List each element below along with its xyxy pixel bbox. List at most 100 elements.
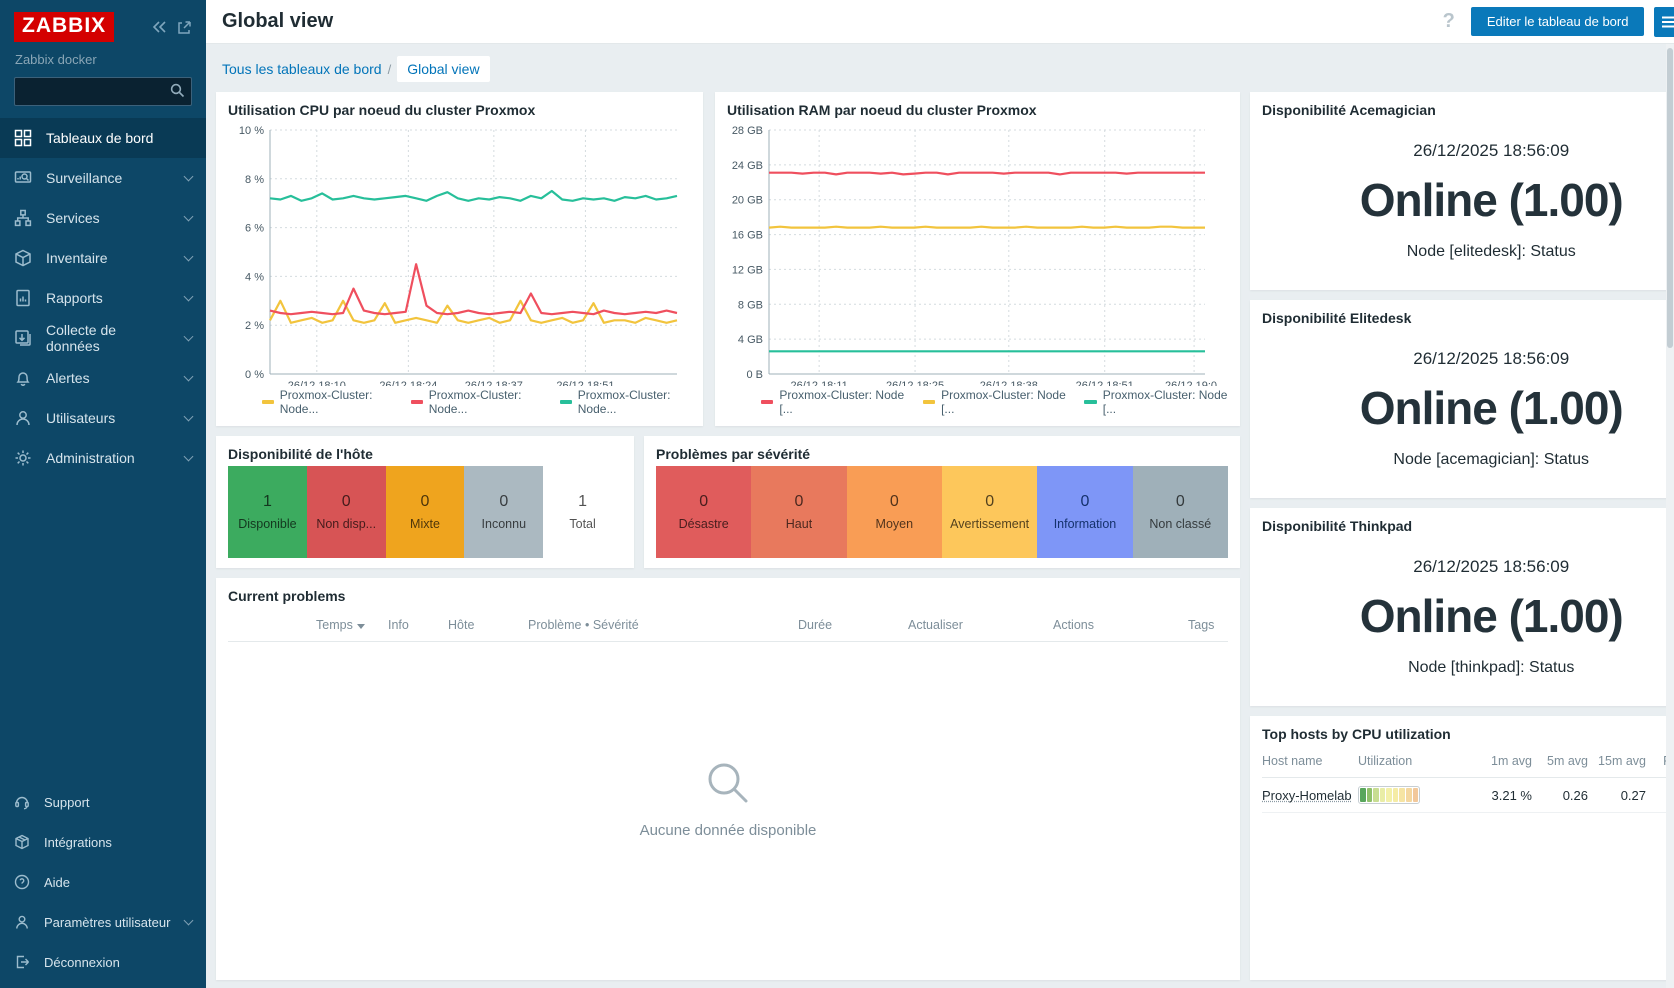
segment-label: Non classé [1149,517,1211,531]
current-problems-title: Current problems [228,588,1228,604]
column-5m-avg: 5m avg [1536,754,1588,768]
edit-dashboard-button[interactable]: Editer le tableau de bord [1471,7,1645,36]
sidebar-item-support[interactable]: Support [0,782,206,822]
search-input[interactable] [14,77,192,106]
availability-segment-mixed[interactable]: 0 Mixte [386,466,465,558]
breadcrumb-separator: / [388,62,392,77]
legend-swatch [560,400,572,404]
services-icon [14,209,32,227]
avg-1m-value: 0.26 [1536,788,1588,803]
host-link[interactable]: Proxy-Homelab [1262,788,1354,803]
zabbix-logo[interactable]: ZABBIX [14,12,114,42]
breadcrumb-current[interactable]: Global view [397,56,489,82]
legend-label: Proxmox-Cluster: Node [... [779,388,904,416]
cpu-chart-legend: Proxmox-Cluster: Node... Proxmox-Cluster… [262,388,691,416]
availability-segment-total[interactable]: 1 Total [543,466,622,558]
legend-label: Proxmox-Cluster: Node... [429,388,542,416]
dashboard-menu-button[interactable] [1654,7,1674,37]
sidebar-item-data-collection[interactable]: Collecte de données [0,318,206,358]
segment-count: 0 [795,493,804,511]
problems-severity-title: Problèmes par sévérité [656,446,1228,462]
breadcrumb: Tous les tableaux de bord / Global view [206,44,1674,84]
breadcrumb-root-link[interactable]: Tous les tableaux de bord [222,61,382,77]
sidebar-item-logout[interactable]: Déconnexion [0,942,206,982]
current-problems-panel: Current problems Temps Info Hôte Problèm… [216,578,1240,980]
svg-text:10 %: 10 % [239,125,264,137]
severity-segment-average[interactable]: 0 Moyen [847,466,942,558]
sidebar-item-label: Intégrations [44,835,112,850]
ram-chart-title: Utilisation RAM par noeud du cluster Pro… [727,102,1228,118]
collapse-sidebar-icon[interactable] [151,20,167,34]
severity-segment-warning[interactable]: 0 Avertissement [942,466,1037,558]
segment-label: Moyen [876,517,914,531]
search-icon[interactable] [170,83,185,103]
svg-text:2 %: 2 % [245,320,264,332]
sidebar-item-help[interactable]: Aide [0,862,206,902]
cpu-chart[interactable]: 0 %2 %4 %6 %8 %10 %26/12 18:1026/12 18:2… [228,122,689,386]
svg-text:8 %: 8 % [245,174,264,186]
sidebar-menu: Tableaux de bord Surveillance Services [0,118,206,478]
sidebar-item-label: Surveillance [46,170,122,186]
undock-sidebar-icon[interactable] [177,20,192,35]
sidebar-item-users[interactable]: Utilisateurs [0,398,206,438]
sidebar-item-user-settings[interactable]: Paramètres utilisateur [0,902,206,942]
sidebar-item-reports[interactable]: Rapports [0,278,206,318]
availability-status: Online (1.00) [1360,381,1623,435]
sidebar-item-label: Collecte de données [46,322,171,354]
sidebar-item-services[interactable]: Services [0,198,206,238]
severity-segment-information[interactable]: 0 Information [1037,466,1132,558]
scrollbar-thumb[interactable] [1667,48,1673,348]
main-area: Global view ? Editer le tableau de bord … [206,0,1674,988]
table-row: Proxy-Homelab 3.21 % 0.26 0.27 0.32 42 [1262,778,1674,813]
segment-count: 0 [985,493,994,511]
severity-segment-disaster[interactable]: 0 Désastre [656,466,751,558]
column-time[interactable]: Temps [316,618,388,632]
severity-segment-not-classified[interactable]: 0 Non classé [1133,466,1228,558]
ram-chart[interactable]: 0 B4 GB8 GB12 GB16 GB20 GB24 GB28 GB26/1… [727,122,1217,386]
availability-segment-available[interactable]: 1 Disponible [228,466,307,558]
sidebar-item-administration[interactable]: Administration [0,438,206,478]
sidebar-top: ZABBIX Zabbix docker [0,0,206,118]
sidebar-item-alerts[interactable]: Alertes [0,358,206,398]
sidebar-item-dashboards[interactable]: Tableaux de bord [0,118,206,158]
chevron-down-icon [184,915,194,925]
svg-text:0 %: 0 % [245,369,264,381]
chevron-down-icon [184,371,194,381]
cpu-chart-panel: Utilisation CPU par noeud du cluster Pro… [216,92,703,426]
help-icon[interactable]: ? [1437,10,1461,33]
legend-item: Proxmox-Cluster: Node... [262,388,393,416]
availability-timestamp: 26/12/2025 18:56:09 [1413,141,1569,161]
logout-icon [14,954,30,970]
empty-state-text: Aucune donnée disponible [640,822,817,839]
chevron-down-icon [184,171,194,181]
availability-segment-unknown[interactable]: 0 Inconnu [464,466,543,558]
availability-card-acemagician: Disponibilité Acemagician 26/12/2025 18:… [1250,92,1674,290]
utilization-value: 3.21 % [1480,788,1532,803]
sidebar-item-label: Inventaire [46,250,107,266]
availability-segment-unavailable[interactable]: 0 Non disp... [307,466,386,558]
sidebar-item-label: Services [46,210,100,226]
sidebar-item-integrations[interactable]: Intégrations [0,822,206,862]
severity-segment-high[interactable]: 0 Haut [751,466,846,558]
sidebar-item-inventory[interactable]: Inventaire [0,238,206,278]
bell-icon [14,369,32,387]
column-problem-severity: Problème • Sévérité [528,618,798,632]
sidebar-item-monitoring[interactable]: Surveillance [0,158,206,198]
dashboard-grid: Utilisation CPU par noeud du cluster Pro… [206,84,1674,988]
chevron-down-icon [184,451,194,461]
empty-state: Aucune donnée disponible [228,642,1228,970]
segment-count: 1 [578,493,587,511]
segment-label: Disponible [238,517,296,531]
availability-card-title: Disponibilité Thinkpad [1262,518,1674,534]
legend-swatch [411,400,423,404]
svg-text:26/12 18:51: 26/12 18:51 [556,380,614,386]
legend-item: Proxmox-Cluster: Node [... [923,388,1067,416]
user-icon [14,914,30,930]
segment-count: 1 [263,493,272,511]
users-icon [14,409,32,427]
column-utilization: Utilization [1358,754,1476,768]
page-header: Global view ? Editer le tableau de bord [206,0,1674,44]
legend-swatch [1084,400,1096,404]
page-scrollbar[interactable] [1666,44,1674,988]
segment-label: Information [1054,517,1117,531]
